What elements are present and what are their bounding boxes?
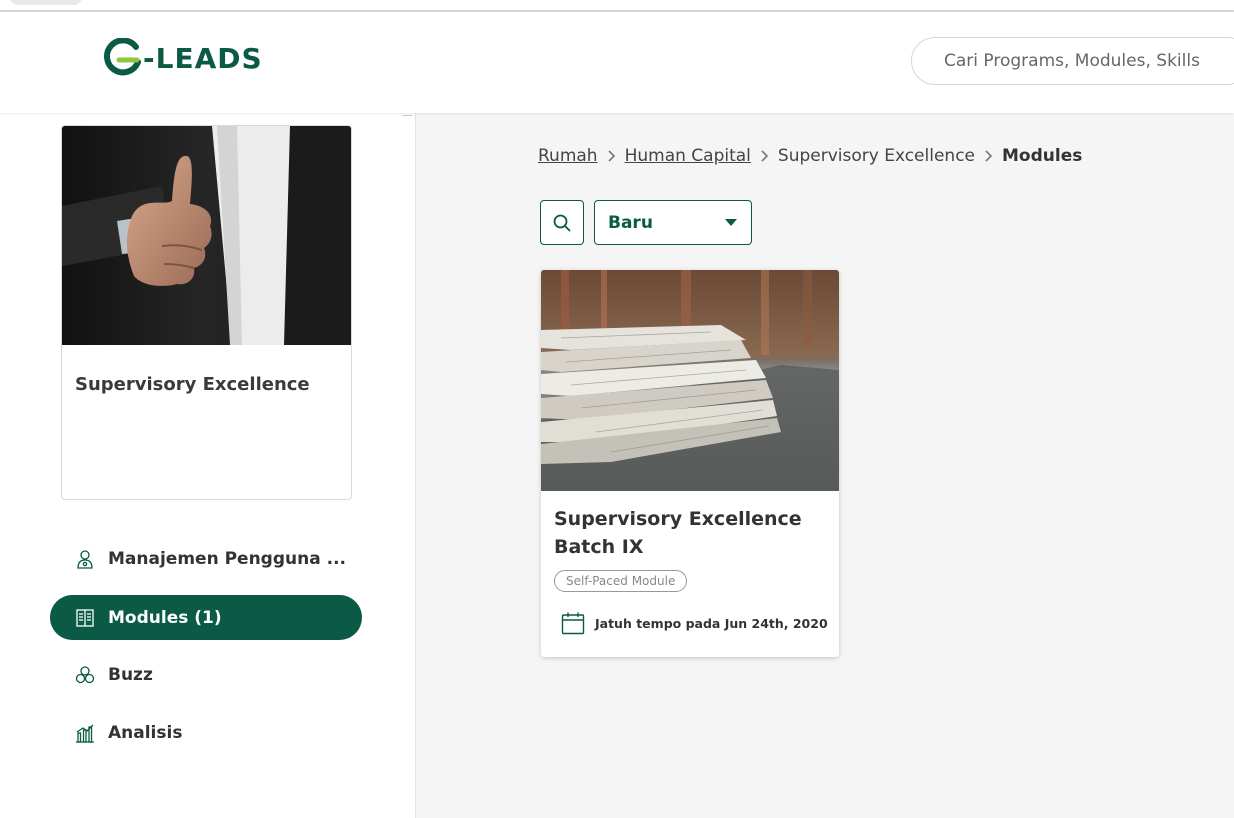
browser-tab[interactable] xyxy=(10,0,82,5)
breadcrumb-link-human-capital[interactable]: Human Capital xyxy=(625,146,751,166)
sidebar-item-buzz[interactable]: Buzz xyxy=(50,652,362,697)
modules-icon xyxy=(75,608,95,628)
sort-selected-value: Baru xyxy=(608,212,653,233)
chevron-right-icon xyxy=(984,150,993,162)
module-card[interactable]: Supervisory Excellence Batch IX Self-Pac… xyxy=(541,270,839,657)
program-card[interactable]: Supervisory Excellence xyxy=(61,125,352,500)
breadcrumb-link-home[interactable]: Rumah xyxy=(538,146,598,166)
logo-g-mark-icon xyxy=(104,38,141,76)
analytics-icon xyxy=(75,723,95,743)
program-cover-image xyxy=(62,126,351,345)
sidebar: Supervisory Excellence Manajemen Penggun… xyxy=(0,113,416,818)
sidebar-item-label: Manajemen Pengguna ... xyxy=(108,548,346,569)
browser-top-strip xyxy=(0,0,1234,12)
sidebar-item-analytics[interactable]: Analisis xyxy=(50,710,362,755)
caret-down-icon xyxy=(725,219,737,226)
logo-text: -LEADS xyxy=(143,41,263,75)
chevron-right-icon xyxy=(760,150,769,162)
user-management-icon xyxy=(75,549,95,569)
calendar-icon xyxy=(561,612,585,635)
module-type-badge: Self-Paced Module xyxy=(554,570,688,592)
sidebar-item-modules[interactable]: Modules (1) xyxy=(50,595,362,640)
sidebar-item-label: Modules (1) xyxy=(108,607,222,628)
module-cover-image xyxy=(541,270,839,491)
chevron-right-icon xyxy=(607,150,616,162)
sidebar-item-label: Buzz xyxy=(108,664,153,685)
module-title: Supervisory Excellence Batch IX xyxy=(554,508,802,558)
module-due-date: Jatuh tempo pada Jun 24th, 2020 xyxy=(561,611,828,635)
global-search-input[interactable] xyxy=(911,37,1234,85)
module-due-text: Jatuh tempo pada Jun 24th, 2020 xyxy=(595,615,828,631)
sidebar-item-user-management[interactable]: Manajemen Pengguna ... xyxy=(50,536,362,581)
program-title: Supervisory Excellence xyxy=(75,374,310,395)
breadcrumb-current: Modules xyxy=(1002,146,1083,166)
g-leads-logo[interactable]: -LEADS xyxy=(103,38,263,78)
sidebar-scroll-indicator xyxy=(402,113,412,116)
search-icon xyxy=(553,214,571,232)
buzz-icon xyxy=(75,665,95,685)
sort-dropdown[interactable]: Baru xyxy=(594,200,752,245)
breadcrumb: Rumah Human Capital Supervisory Excellen… xyxy=(538,146,1082,166)
breadcrumb-program[interactable]: Supervisory Excellence xyxy=(778,146,975,166)
module-search-button[interactable] xyxy=(540,200,584,245)
sidebar-item-label: Analisis xyxy=(108,722,183,743)
top-header: -LEADS xyxy=(0,12,1234,113)
